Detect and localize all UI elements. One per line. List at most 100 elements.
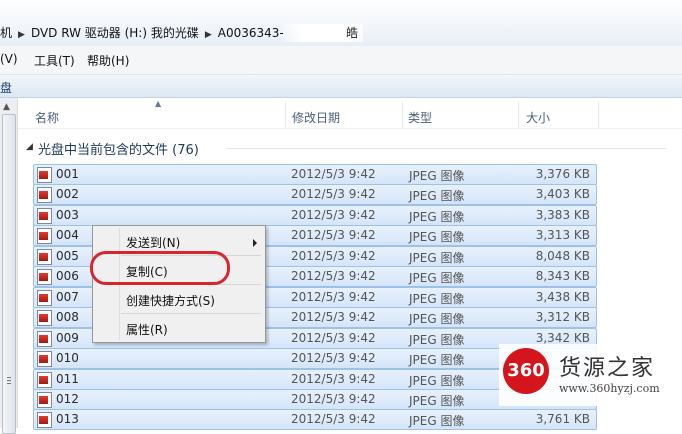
file-name: 007 [56, 290, 79, 304]
column-date[interactable]: 修改日期 [292, 109, 340, 126]
context-item-create-shortcut[interactable]: 创建快捷方式(S) [93, 287, 265, 311]
file-date: 2012/5/3 9:42 [291, 351, 376, 365]
file-type: JPEG 图像 [409, 414, 465, 428]
jpeg-file-icon [37, 269, 52, 285]
file-name: 001 [56, 167, 79, 181]
jpeg-file-icon [37, 249, 52, 265]
jpeg-file-icon [37, 392, 52, 408]
breadcrumb-drive[interactable]: DVD RW 驱动器 (H:) 我的光碟 [31, 26, 199, 40]
copy-highlight-annotation [90, 251, 230, 285]
group-title[interactable]: 光盘中当前包含的文件 (76) [38, 139, 199, 158]
watermark-title: 货源之家 [559, 356, 656, 381]
jpeg-file-icon [37, 290, 52, 306]
group-divider [226, 148, 666, 149]
menu-tools[interactable]: 工具(T) [34, 52, 75, 69]
file-type: JPEG 图像 [409, 353, 465, 367]
scroll-up-arrow-icon[interactable]: ▲ [3, 102, 10, 112]
watermark-logo: 360 [503, 348, 549, 394]
file-date: 2012/5/3 9:42 [291, 372, 376, 386]
jpeg-file-icon [37, 331, 52, 347]
jpeg-file-icon [37, 412, 52, 428]
menu-help[interactable]: 帮助(H) [87, 52, 129, 69]
breadcrumb[interactable]: 机 ▶ DVD RW 驱动器 (H:) 我的光碟 ▶ A0036343- [0, 24, 290, 42]
context-item-send-to[interactable]: 发送到(N) [93, 229, 265, 253]
file-type: JPEG 图像 [409, 271, 465, 285]
file-size: 3,312 KB [535, 310, 590, 324]
file-date: 2012/5/3 9:42 [291, 167, 376, 181]
breadcrumb-tail: 皓 [346, 26, 359, 40]
file-date: 2012/5/3 9:42 [291, 187, 376, 201]
column-header: ▲ 名称 修改日期 类型 大小 [18, 98, 682, 129]
navigation-scrollbar[interactable]: ▲ [0, 98, 18, 434]
file-size: 3,403 KB [535, 187, 590, 201]
file-type: JPEG 图像 [409, 292, 465, 306]
file-type: JPEG 图像 [409, 333, 465, 347]
file-name: 005 [56, 249, 79, 263]
context-item-send-to-label: 发送到(N) [126, 236, 181, 250]
file-row[interactable]: 013 2012/5/3 9:42 JPEG 图像 3,761 KB [33, 409, 597, 430]
watermark: 360 货源之家 www.360hyzj.com [499, 344, 679, 406]
command-bar: 盘 [0, 75, 682, 98]
column-divider[interactable] [285, 102, 286, 128]
jpeg-file-icon [37, 208, 52, 224]
file-type: JPEG 图像 [409, 189, 465, 203]
file-size: 3,313 KB [535, 228, 590, 242]
jpeg-file-icon [37, 351, 52, 367]
column-divider[interactable] [518, 102, 519, 128]
jpeg-file-icon [37, 187, 52, 203]
scroll-thumb[interactable] [2, 114, 16, 434]
watermark-url: www.360hyzj.com [559, 382, 660, 395]
file-name: 008 [56, 310, 79, 324]
file-date: 2012/5/3 9:42 [291, 249, 376, 263]
jpeg-file-icon [37, 228, 52, 244]
file-type: JPEG 图像 [409, 169, 465, 183]
file-size: 3,376 KB [535, 167, 590, 181]
breadcrumb-separator-icon[interactable]: ▶ [18, 30, 25, 40]
file-size: 8,343 KB [535, 269, 590, 283]
file-size: 3,761 KB [535, 412, 590, 426]
breadcrumb-separator-icon[interactable]: ▶ [205, 30, 212, 40]
column-name[interactable]: 名称 [35, 109, 59, 126]
file-name: 013 [56, 412, 79, 426]
file-size: 3,342 KB [535, 331, 590, 345]
column-size[interactable]: 大小 [526, 109, 550, 126]
file-date: 2012/5/3 9:42 [291, 331, 376, 345]
scroll-grip-icon [7, 377, 11, 378]
submenu-arrow-icon [253, 239, 257, 247]
file-name: 009 [56, 331, 79, 345]
column-type[interactable]: 类型 [408, 109, 432, 126]
jpeg-file-icon [37, 167, 52, 183]
file-row[interactable]: 001 2012/5/3 9:42 JPEG 图像 3,376 KB [33, 164, 597, 185]
file-row[interactable]: 002 2012/5/3 9:42 JPEG 图像 3,403 KB [33, 184, 597, 205]
context-separator [121, 313, 261, 314]
address-bar[interactable]: 机 ▶ DVD RW 驱动器 (H:) 我的光碟 ▶ A0036343- 皓 [0, 0, 682, 46]
file-date: 2012/5/3 9:42 [291, 290, 376, 304]
file-type: JPEG 图像 [409, 374, 465, 388]
menu-view[interactable]: (V) [0, 52, 18, 66]
column-divider[interactable] [402, 102, 403, 128]
sort-up-icon: ▲ [155, 99, 162, 108]
file-type: JPEG 图像 [409, 251, 465, 265]
file-name: 003 [56, 208, 79, 222]
file-date: 2012/5/3 9:42 [291, 228, 376, 242]
breadcrumb-computer[interactable]: 机 [0, 26, 12, 40]
file-row[interactable]: 003 2012/5/3 9:42 JPEG 图像 3,383 KB [33, 205, 597, 226]
context-item-shortcut-label: 创建快捷方式(S) [126, 294, 215, 308]
jpeg-file-icon [37, 310, 52, 326]
command-burn[interactable]: 盘 [0, 79, 12, 96]
file-date: 2012/5/3 9:42 [291, 208, 376, 222]
collapse-group-icon[interactable]: ◢ [26, 142, 33, 152]
context-item-properties-label: 属性(R) [126, 323, 168, 337]
jpeg-file-icon [37, 372, 52, 388]
menu-bar: (V) 工具(T) 帮助(H) [0, 46, 682, 75]
file-type: JPEG 图像 [409, 230, 465, 244]
breadcrumb-folder[interactable]: A0036343- [218, 26, 284, 40]
file-name: 011 [56, 372, 79, 386]
column-divider[interactable] [598, 102, 599, 128]
file-date: 2012/5/3 9:42 [291, 412, 376, 426]
file-date: 2012/5/3 9:42 [291, 310, 376, 324]
context-item-properties[interactable]: 属性(R) [93, 316, 265, 340]
file-name: 012 [56, 392, 79, 406]
file-type: JPEG 图像 [409, 210, 465, 224]
file-size: 8,048 KB [535, 249, 590, 263]
